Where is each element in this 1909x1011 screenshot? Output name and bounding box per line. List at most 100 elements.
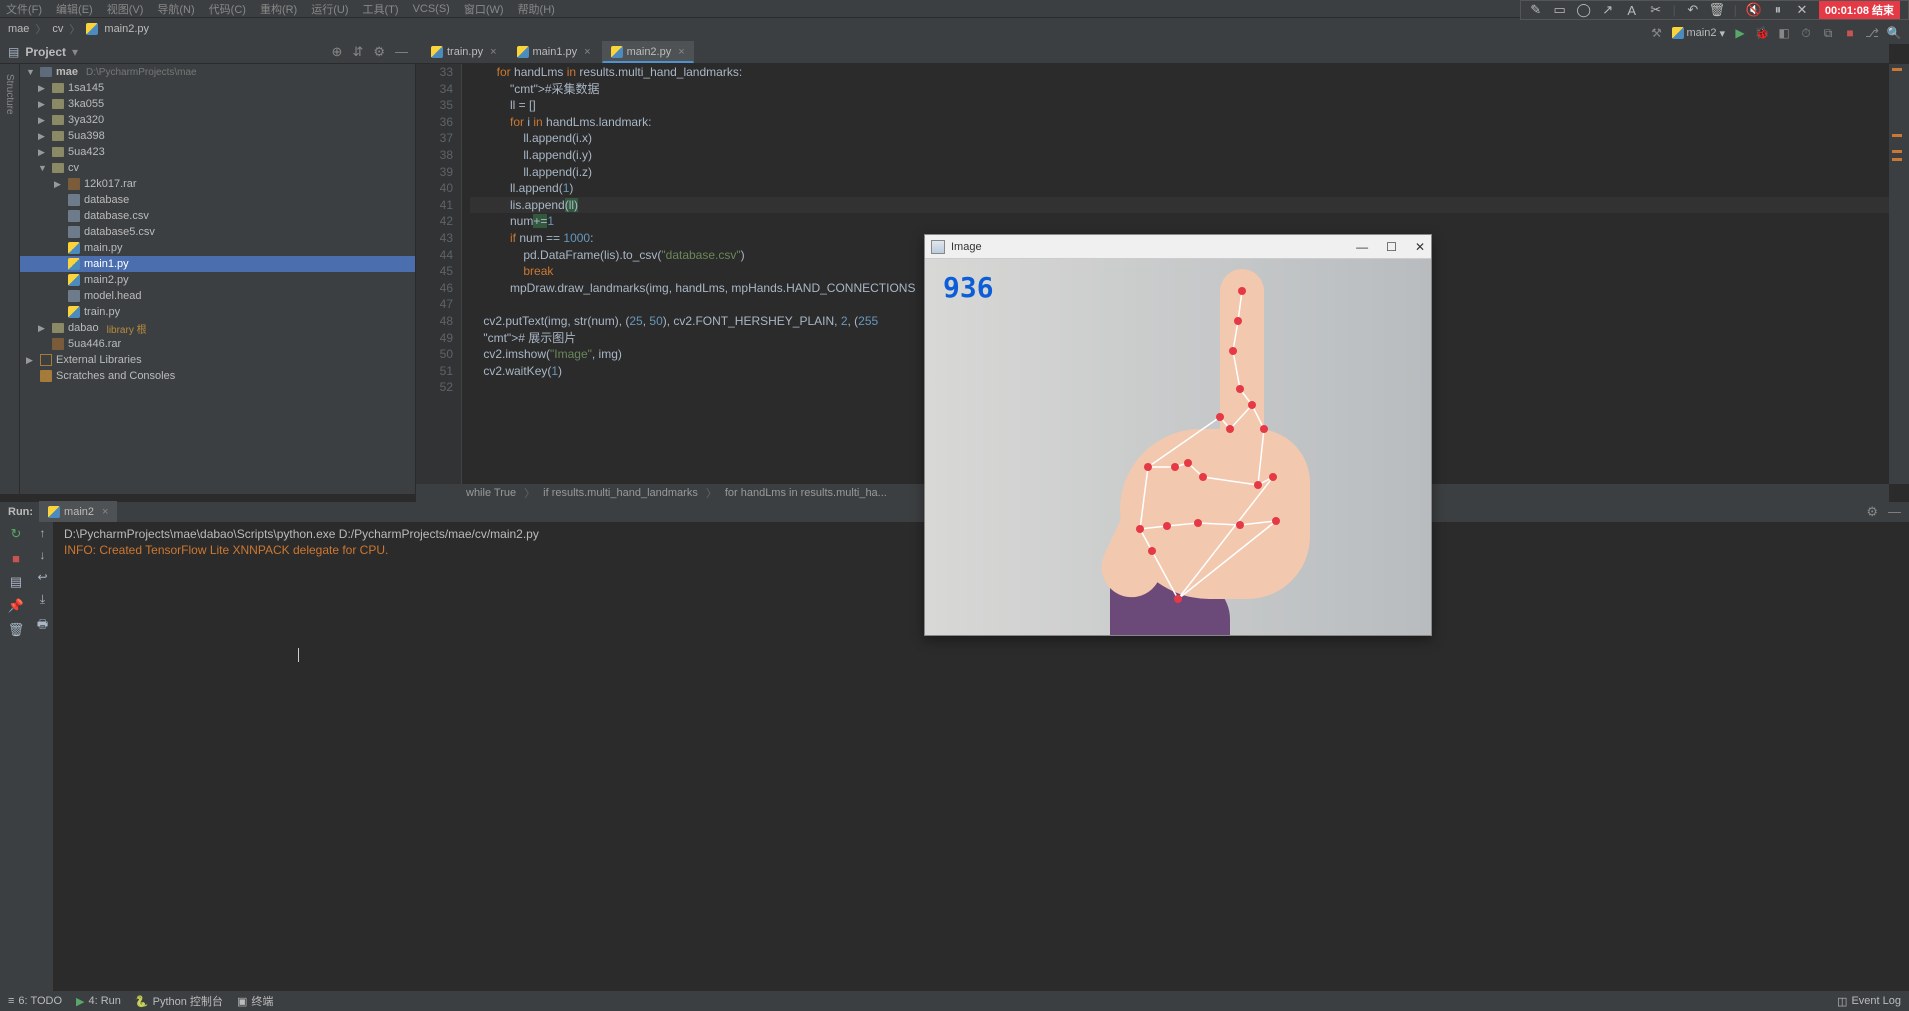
crumb[interactable]: while True: [466, 487, 516, 499]
tree-file-selected[interactable]: main1.py: [20, 256, 415, 272]
tree-file[interactable]: database.csv: [20, 208, 415, 224]
git-icon[interactable]: ⎇: [1865, 26, 1879, 40]
menu-edit[interactable]: 编辑(E): [56, 1, 93, 17]
tree-file[interactable]: ▶12k017.rar: [20, 176, 415, 192]
menu-nav[interactable]: 导航(N): [157, 1, 194, 17]
up-icon[interactable]: ↑: [40, 526, 46, 540]
stop-icon[interactable]: ■: [8, 550, 24, 566]
menu-code[interactable]: 代码(C): [209, 1, 246, 17]
print-icon[interactable]: 🖶: [37, 615, 48, 636]
tab-train[interactable]: train.py×: [422, 41, 506, 63]
menu-tools[interactable]: 工具(T): [363, 1, 399, 17]
profile-icon[interactable]: ⏱: [1799, 26, 1813, 40]
pause-icon[interactable]: ⏸: [1771, 3, 1785, 17]
menu-file[interactable]: 文件(F): [6, 1, 42, 17]
mute-icon[interactable]: 🔇: [1747, 3, 1761, 17]
debug-icon[interactable]: 🐞: [1755, 26, 1769, 40]
menu-vcs[interactable]: VCS(S): [413, 3, 450, 15]
hammer-icon[interactable]: ⚒: [1650, 26, 1664, 40]
menu-view[interactable]: 视图(V): [107, 1, 144, 17]
down-icon[interactable]: ↓: [40, 548, 46, 562]
tree-scratches[interactable]: Scratches and Consoles: [20, 368, 415, 384]
frame-counter: 936: [943, 271, 994, 304]
rerun-icon[interactable]: ↻: [8, 526, 24, 542]
concurrent-icon[interactable]: ⧉: [1821, 26, 1835, 40]
tab-main2[interactable]: main2.py×: [602, 41, 694, 63]
tree-root[interactable]: ▼maeD:\PycharmProjects\mae: [20, 64, 415, 80]
layout-icon[interactable]: ▤: [8, 574, 24, 590]
crumb[interactable]: if results.multi_hand_landmarks: [543, 487, 698, 499]
run-config-selector[interactable]: main2 ▾: [1672, 27, 1726, 40]
tree-file[interactable]: 5ua446.rar: [20, 336, 415, 352]
tree-file[interactable]: model.head: [20, 288, 415, 304]
trash-icon[interactable]: 🗑: [1710, 3, 1724, 17]
trash-icon[interactable]: 🗑: [8, 622, 24, 638]
right-error-stripe[interactable]: [1889, 64, 1909, 484]
close-annot-icon[interactable]: ✕: [1795, 3, 1809, 17]
minimize-icon[interactable]: —: [1888, 504, 1901, 520]
tree-folder-cv[interactable]: ▼cv: [20, 160, 415, 176]
project-title[interactable]: Project: [25, 45, 66, 59]
close-icon[interactable]: ×: [490, 46, 496, 58]
tree-folder[interactable]: ▶3ka055: [20, 96, 415, 112]
tree-folder[interactable]: ▶5ua423: [20, 144, 415, 160]
structure-tab[interactable]: Structure: [4, 74, 15, 115]
arrow-icon[interactable]: ↗: [1601, 3, 1615, 17]
status-pyconsole[interactable]: 🐍 Python 控制台: [135, 993, 223, 1009]
collapse-icon[interactable]: ⇵: [352, 44, 363, 60]
menu-help[interactable]: 帮助(H): [518, 1, 555, 17]
coverage-icon[interactable]: ◧: [1777, 26, 1791, 40]
opencv-image-window[interactable]: Image — ☐ ✕ 936: [924, 234, 1432, 636]
gear-icon[interactable]: ⚙: [373, 44, 385, 60]
menu-window[interactable]: 窗口(W): [464, 1, 504, 17]
project-tree[interactable]: ▼maeD:\PycharmProjects\mae ▶1sa145 ▶3ka0…: [20, 64, 416, 494]
tree-folder[interactable]: ▶1sa145: [20, 80, 415, 96]
tree-external-libs[interactable]: ▶External Libraries: [20, 352, 415, 368]
status-run[interactable]: ▶4: Run: [76, 995, 121, 1008]
menu-run[interactable]: 运行(U): [311, 1, 348, 17]
editor-gutter[interactable]: 3334353637383940414243444546474849505152: [416, 64, 462, 484]
minimize-icon[interactable]: —: [395, 44, 408, 60]
text-icon[interactable]: A: [1625, 3, 1639, 17]
crop-icon[interactable]: ✂: [1649, 3, 1663, 17]
gear-icon[interactable]: ⚙: [1866, 504, 1878, 520]
tree-file[interactable]: train.py: [20, 304, 415, 320]
play-icon[interactable]: ▶: [1733, 26, 1747, 40]
close-icon[interactable]: ✕: [1415, 240, 1425, 254]
tree-folder[interactable]: ▶5ua398: [20, 128, 415, 144]
crumb[interactable]: for handLms in results.multi_ha...: [725, 487, 887, 499]
close-icon[interactable]: ×: [584, 46, 590, 58]
target-icon[interactable]: ⊕: [332, 44, 343, 60]
run-tab[interactable]: main2×: [39, 501, 117, 523]
landmark-point: [1236, 385, 1244, 393]
tree-file[interactable]: main.py: [20, 240, 415, 256]
undo-icon[interactable]: ↶: [1686, 3, 1700, 17]
scroll-icon[interactable]: ⤓: [40, 592, 45, 607]
breadcrumb-root[interactable]: mae: [8, 23, 29, 35]
pencil-icon[interactable]: ✎: [1529, 3, 1543, 17]
tree-folder[interactable]: ▶3ya320: [20, 112, 415, 128]
image-window-titlebar[interactable]: Image — ☐ ✕: [925, 235, 1431, 259]
circle-icon[interactable]: ◯: [1577, 3, 1591, 17]
tree-file[interactable]: main2.py: [20, 272, 415, 288]
close-icon[interactable]: ×: [678, 46, 684, 58]
recording-timer[interactable]: 00:01:08 结束: [1819, 1, 1900, 19]
project-view-icon[interactable]: ▤: [8, 45, 19, 59]
stop-icon[interactable]: ■: [1843, 26, 1857, 40]
wrap-icon[interactable]: ↩: [37, 570, 47, 584]
tree-file[interactable]: database: [20, 192, 415, 208]
status-eventlog[interactable]: ◫ Event Log: [1837, 995, 1901, 1008]
maximize-icon[interactable]: ☐: [1386, 240, 1397, 254]
search-icon[interactable]: 🔍: [1887, 26, 1901, 40]
breadcrumb-file[interactable]: main2.py: [104, 23, 149, 35]
status-todo[interactable]: ≡ 6: TODO: [8, 995, 62, 1007]
square-icon[interactable]: ▭: [1553, 3, 1567, 17]
menu-refactor[interactable]: 重构(R): [260, 1, 297, 17]
tree-folder-dabao[interactable]: ▶dabaolibrary 根: [20, 320, 415, 336]
tree-file[interactable]: database5.csv: [20, 224, 415, 240]
status-terminal[interactable]: ▣ 终端: [237, 993, 273, 1009]
minimize-icon[interactable]: —: [1356, 240, 1368, 254]
breadcrumb-mid[interactable]: cv: [52, 23, 63, 35]
pin-icon[interactable]: 📌: [8, 598, 24, 614]
tab-main1[interactable]: main1.py×: [508, 41, 600, 63]
